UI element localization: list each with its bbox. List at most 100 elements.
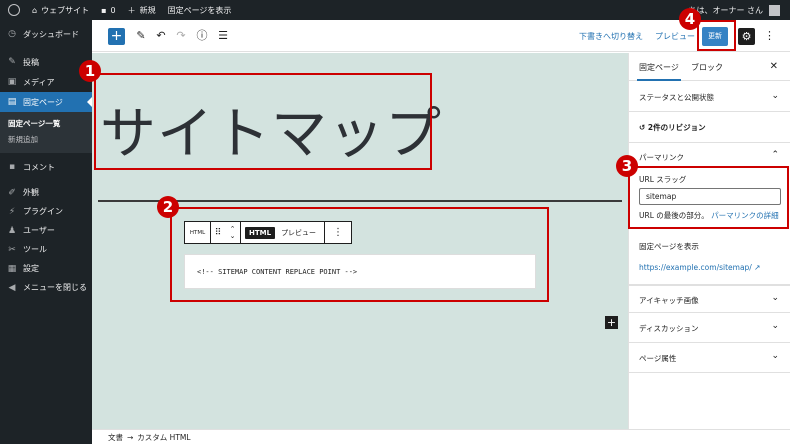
view-page-label: 固定ページを表示: [639, 242, 699, 251]
settings-icon: ▦: [7, 263, 17, 274]
sidebar-item-label: ダッシュボード: [23, 29, 79, 39]
sidebar-item-comments[interactable]: ▪ コメント: [0, 157, 92, 177]
new-label: 新規: [139, 5, 156, 15]
chevron-up-icon[interactable]: ⌃: [771, 150, 779, 160]
home-icon: ⌂: [32, 5, 38, 15]
info-icon[interactable]: ⓘ: [195, 29, 209, 43]
pencil-icon[interactable]: ✎: [134, 29, 148, 43]
list-view-icon[interactable]: ☰: [216, 29, 230, 43]
close-icon[interactable]: ✕: [770, 61, 778, 72]
pages-submenu: 固定ページ一覧 新規追加: [0, 112, 92, 153]
sidebar-item-tools[interactable]: ✂ ツール: [0, 240, 92, 259]
more-options-icon[interactable]: ⋮: [764, 29, 775, 42]
discussion-panel[interactable]: ディスカッション ⌄: [629, 313, 790, 343]
breadcrumb-custom-html[interactable]: カスタム HTML: [137, 432, 190, 443]
submenu-item-all-pages[interactable]: 固定ページ一覧: [0, 116, 92, 132]
annotation-number-4: 4: [679, 8, 701, 30]
collapse-arrow-icon: ◀: [8, 282, 16, 293]
plus-icon: ＋: [127, 5, 136, 15]
chevron-down-icon: ⌄: [771, 321, 779, 331]
user-icon: ♟: [7, 225, 17, 236]
revisions-panel[interactable]: ↺ 2件のリビジョン: [629, 112, 790, 143]
avatar[interactable]: [769, 4, 780, 16]
status-panel[interactable]: ステータスと公開状態 ⌄: [629, 81, 790, 112]
view-page-link[interactable]: 固定ページを表示: [168, 5, 232, 16]
external-link-icon: ↗: [754, 263, 761, 272]
pin-icon: ✎: [8, 57, 16, 67]
settings-gear-icon[interactable]: ⚙: [738, 28, 755, 45]
settings-sidebar: 固定ページ ブロック ✕ ステータスと公開状態 ⌄ ↺ 2件のリビジョン パーマ…: [628, 53, 790, 429]
chevron-down-icon: ⌄: [771, 91, 779, 101]
wordpress-logo-icon[interactable]: [8, 4, 20, 16]
brush-icon: ✐: [8, 187, 16, 198]
admin-bar: ⌂ ウェブサイト ▪ 0 ＋ 新規 固定ページを表示 ちは、オーナー さん: [0, 0, 790, 20]
comment-bubble-icon: ▪: [101, 5, 107, 15]
status-panel-title: ステータスと公開状態: [639, 93, 714, 102]
permalink-panel-title[interactable]: パーマリンク: [639, 152, 684, 163]
featured-image-title: アイキャッチ画像: [639, 296, 699, 305]
sidebar-item-appearance[interactable]: ✐ 外観: [0, 183, 92, 202]
admin-sidebar: ◷ ダッシュボード ✎ 投稿 ▣ メディア ▤ 固定ページ 固定ページ一覧 新規…: [0, 20, 92, 444]
view-page-label: 固定ページを表示: [167, 5, 232, 15]
sidebar-item-dashboard[interactable]: ◷ ダッシュボード: [0, 24, 92, 44]
media-icon: ▣: [7, 77, 17, 87]
switch-to-draft-button[interactable]: 下書きへ切り替え: [579, 31, 643, 42]
tab-page[interactable]: 固定ページ: [637, 62, 681, 81]
comments-count: 0: [110, 5, 116, 15]
undo-icon[interactable]: ↶: [154, 29, 168, 43]
annotation-box-update: [697, 20, 736, 51]
sidebar-item-media[interactable]: ▣ メディア: [0, 72, 92, 92]
sidebar-item-label: ツール: [23, 245, 47, 254]
history-icon: ↺: [639, 123, 646, 132]
page-attributes-panel[interactable]: ページ属性 ⌄: [629, 343, 790, 373]
annotation-number-1: 1: [79, 60, 101, 82]
sidebar-item-label: ユーザー: [23, 226, 55, 235]
breadcrumb-document[interactable]: 文書: [108, 432, 123, 443]
sidebar-item-plugins[interactable]: ⚡ プラグイン: [0, 202, 92, 221]
collapse-menu-button[interactable]: ◀ メニューを閉じる: [0, 278, 92, 297]
sidebar-item-label: 外観: [23, 188, 39, 197]
sidebar-item-users[interactable]: ♟ ユーザー: [0, 221, 92, 240]
annotation-box-html-block: [170, 207, 549, 302]
sidebar-item-label: プラグイン: [23, 207, 63, 216]
submenu-item-add-new[interactable]: 新規追加: [0, 132, 92, 148]
annotation-box-title: [94, 73, 432, 170]
dashboard-icon: ◷: [8, 29, 16, 39]
chevron-down-icon: ⌄: [771, 351, 779, 361]
revisions-label: 2件のリビジョン: [647, 123, 706, 132]
comment-icon: ▪: [8, 162, 16, 172]
discussion-title: ディスカッション: [639, 324, 699, 333]
page-attributes-title: ページ属性: [639, 354, 677, 363]
add-block-button[interactable]: +: [108, 28, 125, 45]
tab-block[interactable]: ブロック: [691, 62, 723, 73]
site-name-label: ウェブサイト: [41, 5, 90, 15]
view-page-url-link[interactable]: https://example.com/sitemap/ ↗: [639, 263, 761, 272]
sidebar-item-label: 固定ページ: [23, 97, 63, 107]
preview-button[interactable]: プレビュー: [655, 31, 695, 42]
pages-icon: ▤: [7, 97, 17, 107]
account-menu[interactable]: ちは、オーナー さん: [688, 0, 780, 20]
sidebar-item-settings[interactable]: ▦ 設定: [0, 259, 92, 278]
inserter-plus-icon[interactable]: +: [605, 316, 618, 329]
annotation-box-url-slug: [628, 166, 789, 229]
redo-icon[interactable]: ↷: [174, 29, 188, 43]
chevron-down-icon: ⌄: [771, 293, 779, 303]
sidebar-item-label: 投稿: [23, 57, 39, 67]
sidebar-item-label: メディア: [23, 77, 55, 87]
wrench-icon: ✂: [8, 244, 16, 255]
annotation-number-2: 2: [157, 196, 179, 218]
sidebar-item-pages[interactable]: ▤ 固定ページ: [0, 92, 92, 112]
settings-tabs: 固定ページ ブロック ✕: [629, 53, 790, 81]
featured-image-panel[interactable]: アイキャッチ画像 ⌄: [629, 285, 790, 313]
sidebar-item-label: コメント: [23, 162, 55, 172]
plugin-icon: ⚡: [8, 206, 16, 217]
breadcrumb-arrow-icon: →: [127, 432, 134, 442]
new-content-link[interactable]: ＋ 新規: [128, 5, 156, 16]
revisions-link[interactable]: ↺ 2件のリビジョン: [639, 122, 706, 133]
sidebar-item-label: メニューを閉じる: [23, 283, 87, 292]
comments-link[interactable]: ▪ 0: [101, 6, 116, 15]
site-name-link[interactable]: ⌂ ウェブサイト: [32, 5, 89, 16]
sidebar-item-label: 設定: [23, 264, 39, 273]
view-page-url[interactable]: https://example.com/sitemap/: [639, 263, 752, 272]
block-breadcrumb: 文書 → カスタム HTML: [92, 429, 790, 444]
